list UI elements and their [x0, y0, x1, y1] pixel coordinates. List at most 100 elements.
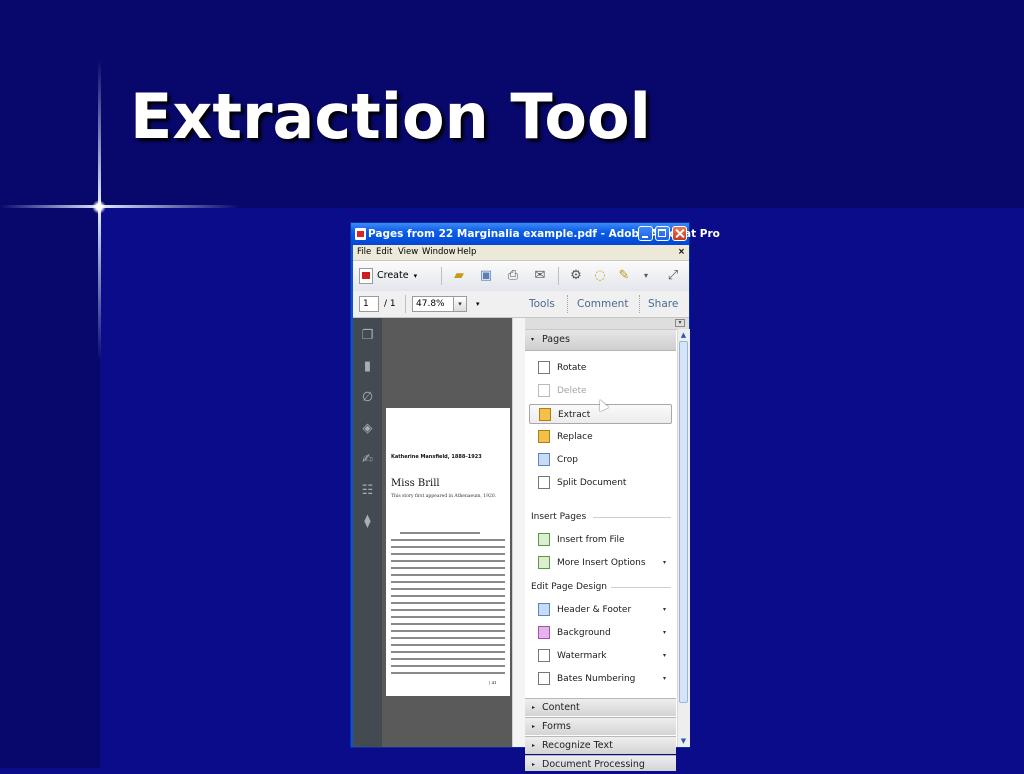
close-window-button[interactable] [672, 226, 687, 241]
pdf-text-line [391, 616, 505, 618]
scroll-down-arrow-icon[interactable]: ▼ [679, 736, 688, 746]
maximize-button[interactable] [655, 226, 670, 241]
document-close-button[interactable]: × [678, 245, 685, 259]
dropdown-caret-icon: ▾ [662, 675, 666, 682]
pdf-page: Katherine Mansfield, 1888–1923 Miss Bril… [386, 408, 510, 696]
bates-numbering-label: Bates Numbering [557, 674, 636, 684]
page-number-input[interactable]: 1 [359, 296, 379, 312]
pages-panel-header[interactable]: ▾ Pages [525, 330, 676, 351]
menu-edit[interactable]: Edit [376, 245, 392, 259]
collapsed-caret-icon: ▸ [532, 742, 536, 749]
bookmarks-icon[interactable]: ▮ [360, 359, 375, 374]
create-button[interactable]: Create ▾ [359, 266, 417, 286]
pane-options-icon[interactable]: ▾ [675, 319, 685, 327]
pdf-text-line [391, 574, 505, 576]
split-document-tool[interactable]: Split Document [529, 473, 672, 493]
open-folder-icon[interactable]: ▰ [450, 268, 468, 284]
menu-file[interactable]: File [357, 245, 371, 259]
pdf-text-line [400, 532, 480, 534]
window-titlebar[interactable]: Pages from 22 Marginalia example.pdf - A… [351, 223, 720, 245]
menu-bar: File Edit View Window Help × [353, 245, 689, 259]
tools-pane-button[interactable]: Tools [529, 296, 555, 312]
extract-label: Extract [558, 410, 591, 420]
zoom-menu-caret[interactable]: ▾ [476, 296, 480, 312]
pdf-story-title: Miss Brill [391, 478, 440, 489]
email-icon[interactable]: ✉ [531, 268, 549, 284]
background-icon [538, 626, 550, 639]
main-toolbar: Create ▾ ▰ ▣ ⎙ ✉ ⚙ ◌ ✎ ▾ ⤢ [353, 260, 689, 292]
pdf-text-line [391, 567, 505, 569]
forms-section-header[interactable]: ▸ Forms [525, 717, 676, 735]
page-thumbnails-icon[interactable]: ❐ [360, 328, 375, 343]
save-icon[interactable]: ▣ [477, 268, 495, 284]
signatures-icon[interactable]: ✍ [360, 452, 375, 467]
scroll-up-arrow-icon[interactable]: ▲ [679, 330, 688, 340]
sign-pen-icon[interactable]: ✎ [615, 268, 633, 284]
bates-numbering-tool[interactable]: Bates Numbering ▾ [529, 669, 672, 689]
settings-gear-icon[interactable]: ⚙ [567, 268, 585, 284]
tools-pane-topbar: ▾ [525, 318, 689, 330]
header-footer-label: Header & Footer [557, 605, 632, 615]
group-divider [593, 517, 671, 518]
pdf-text-line [391, 581, 505, 583]
layers-icon[interactable]: ◈ [360, 421, 375, 436]
pdf-text-line [391, 546, 505, 548]
document-scrollbar[interactable] [512, 318, 526, 747]
recognize-text-section-header[interactable]: ▸ Recognize Text [525, 736, 676, 754]
window-client: File Edit View Window Help × Create ▾ ▰ … [353, 245, 690, 771]
recognize-text-section-label: Recognize Text [542, 740, 613, 751]
pdf-text-line [391, 672, 505, 674]
more-caret-icon[interactable]: ▾ [637, 268, 655, 284]
pdf-text-line [391, 623, 505, 625]
header-footer-icon [538, 603, 550, 616]
tools-pane: ▾ ▲ ▼ ▾ Pages Rotate Delete Extract Repl… [525, 318, 690, 771]
scroll-thumb[interactable] [679, 341, 688, 703]
print-icon[interactable]: ⎙ [504, 268, 522, 284]
zoom-dropdown-button[interactable]: ▾ [453, 296, 467, 312]
expanded-caret-icon: ▾ [531, 336, 535, 343]
pdf-page-number: | 41 [489, 680, 497, 685]
menu-help[interactable]: Help [457, 245, 476, 259]
zoom-level-input[interactable]: 47.8% [412, 296, 454, 312]
toolbar-separator [405, 295, 406, 313]
slide-left-band [0, 208, 100, 768]
dropdown-caret-icon: ▾ [662, 606, 666, 613]
pane-separator [567, 295, 569, 313]
dropdown-caret-icon: ▾ [662, 559, 666, 566]
share-pane-button[interactable]: Share [648, 296, 678, 312]
background-tool[interactable]: Background ▾ [529, 623, 672, 643]
crop-tool[interactable]: Crop [529, 450, 672, 470]
rotate-tool[interactable]: Rotate [529, 358, 672, 378]
pdf-text-line [391, 602, 505, 604]
insert-from-file-tool[interactable]: Insert from File [529, 530, 672, 550]
minimize-button[interactable] [638, 226, 653, 241]
page-total: / 1 [384, 299, 396, 309]
collapsed-caret-icon: ▸ [532, 761, 536, 768]
header-footer-tool[interactable]: Header & Footer ▾ [529, 600, 672, 620]
insert-pages-heading: Insert Pages [531, 512, 587, 522]
menu-view[interactable]: View [398, 245, 418, 259]
extract-icon [539, 408, 551, 421]
insert-from-file-label: Insert from File [557, 535, 625, 545]
slide-title: Extraction Tool [130, 80, 651, 153]
content-structure-icon[interactable]: ☷ [360, 483, 375, 498]
watermark-label: Watermark [557, 651, 607, 661]
comment-bubble-icon[interactable]: ◌ [591, 268, 609, 284]
navigation-panel: ❐ ▮ ∅ ◈ ✍ ☷ ⧫ [353, 318, 382, 747]
tags-icon[interactable]: ⧫ [360, 514, 375, 529]
attachments-paperclip-icon[interactable]: ∅ [360, 390, 375, 405]
pdf-text-line [391, 630, 505, 632]
content-section-header[interactable]: ▸ Content [525, 698, 676, 716]
tools-pane-scrollbar[interactable]: ▲ ▼ [677, 329, 690, 747]
more-insert-options-tool[interactable]: More Insert Options ▾ [529, 553, 672, 573]
menu-window[interactable]: Window [422, 245, 456, 259]
comment-pane-button[interactable]: Comment [577, 296, 628, 312]
watermark-tool[interactable]: Watermark ▾ [529, 646, 672, 666]
document-processing-section-header[interactable]: ▸ Document Processing [525, 755, 676, 771]
collapsed-caret-icon: ▸ [532, 704, 536, 711]
more-insert-options-label: More Insert Options [557, 558, 646, 568]
fullscreen-icon[interactable]: ⤢ [664, 268, 682, 284]
replace-label: Replace [557, 432, 593, 442]
replace-tool[interactable]: Replace [529, 427, 672, 447]
more-insert-options-icon [538, 556, 550, 569]
